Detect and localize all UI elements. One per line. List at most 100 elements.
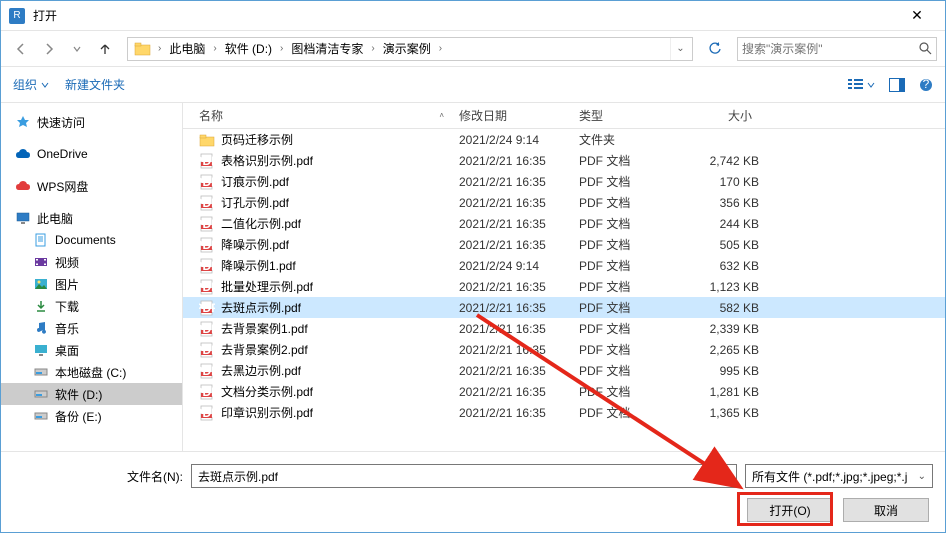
column-name[interactable]: 名称 ˄ xyxy=(193,103,453,128)
file-row[interactable]: PDF表格识别示例.pdf2021/2/21 16:35PDF 文档2,742 … xyxy=(183,150,945,171)
cloud-icon xyxy=(15,146,31,162)
folder-icon xyxy=(199,132,215,148)
file-type: PDF 文档 xyxy=(579,278,679,295)
star-icon xyxy=(15,114,31,130)
search-box[interactable] xyxy=(737,37,937,61)
svg-text:PDF: PDF xyxy=(199,301,215,315)
cancel-button[interactable]: 取消 xyxy=(843,498,929,522)
column-type[interactable]: 类型 xyxy=(573,103,673,128)
file-list[interactable]: 页码迁移示例2021/2/24 9:14文件夹PDF表格识别示例.pdf2021… xyxy=(183,129,945,451)
breadcrumb-dropdown[interactable]: ⌄ xyxy=(670,38,690,60)
column-date[interactable]: 修改日期 xyxy=(453,103,573,128)
svg-text:PDF: PDF xyxy=(199,196,215,210)
file-name: 文档分类示例.pdf xyxy=(221,383,313,400)
sidebar-onedrive[interactable]: OneDrive xyxy=(1,143,182,165)
file-date: 2021/2/21 16:35 xyxy=(459,322,579,336)
navbar: › 此电脑 › 软件 (D:) › 图档清洁专家 › 演示案例 › ⌄ xyxy=(1,31,945,67)
help-button[interactable]: ? xyxy=(919,78,933,92)
file-row[interactable]: PDF降噪示例.pdf2021/2/21 16:35PDF 文档505 KB xyxy=(183,234,945,255)
pdf-icon: PDF xyxy=(199,153,215,169)
sidebar-wps[interactable]: WPS网盘 xyxy=(1,175,182,197)
recent-dropdown[interactable] xyxy=(65,37,89,61)
cloud-icon xyxy=(15,178,31,194)
file-row[interactable]: PDF去斑点示例.pdf2021/2/21 16:35PDF 文档582 KB xyxy=(183,297,945,318)
file-type: PDF 文档 xyxy=(579,341,679,358)
drive-icon xyxy=(33,408,49,424)
organize-menu[interactable]: 组织 xyxy=(13,76,49,93)
column-size[interactable]: 大小 xyxy=(673,103,763,128)
file-date: 2021/2/21 16:35 xyxy=(459,154,579,168)
forward-button[interactable] xyxy=(37,37,61,61)
file-size: 632 KB xyxy=(679,259,769,273)
file-row[interactable]: PDF去黑边示例.pdf2021/2/21 16:35PDF 文档995 KB xyxy=(183,360,945,381)
column-headers: 名称 ˄ 修改日期 类型 大小 xyxy=(183,103,945,129)
breadcrumb[interactable]: › 此电脑 › 软件 (D:) › 图档清洁专家 › 演示案例 › ⌄ xyxy=(127,37,693,61)
breadcrumb-part[interactable]: 图档清洁专家 xyxy=(285,38,369,59)
file-name: 去黑边示例.pdf xyxy=(221,362,301,379)
sidebar-video[interactable]: 视频 xyxy=(1,251,182,273)
file-size: 170 KB xyxy=(679,175,769,189)
file-row[interactable]: PDF去背景案例2.pdf2021/2/21 16:35PDF 文档2,265 … xyxy=(183,339,945,360)
file-size: 995 KB xyxy=(679,364,769,378)
file-row[interactable]: 页码迁移示例2021/2/24 9:14文件夹 xyxy=(183,129,945,150)
file-type: PDF 文档 xyxy=(579,152,679,169)
chevron-down-icon[interactable]: ⌄ xyxy=(918,471,926,482)
file-type: PDF 文档 xyxy=(579,320,679,337)
search-icon xyxy=(919,42,932,55)
svg-text:PDF: PDF xyxy=(199,175,215,189)
sidebar-downloads[interactable]: 下载 xyxy=(1,295,182,317)
file-type: PDF 文档 xyxy=(579,299,679,316)
file-name: 去斑点示例.pdf xyxy=(221,299,301,316)
close-button[interactable]: ✕ xyxy=(897,2,937,30)
file-row[interactable]: PDF订痕示例.pdf2021/2/21 16:35PDF 文档170 KB xyxy=(183,171,945,192)
documents-icon xyxy=(33,232,49,248)
sidebar-documents[interactable]: Documents xyxy=(1,229,182,251)
preview-pane-button[interactable] xyxy=(889,78,905,92)
pdf-icon: PDF xyxy=(199,216,215,232)
sidebar-this-pc[interactable]: 此电脑 xyxy=(1,207,182,229)
new-folder-button[interactable]: 新建文件夹 xyxy=(65,76,125,93)
sidebar-desktop[interactable]: 桌面 xyxy=(1,339,182,361)
sidebar-pictures[interactable]: 图片 xyxy=(1,273,182,295)
file-size: 2,265 KB xyxy=(679,343,769,357)
breadcrumb-part[interactable]: 软件 (D:) xyxy=(219,38,278,59)
file-list-area: 名称 ˄ 修改日期 类型 大小 页码迁移示例2021/2/24 9:14文件夹 P… xyxy=(183,103,945,451)
svg-text:PDF: PDF xyxy=(199,238,215,252)
open-button[interactable]: 打开(O) xyxy=(747,498,833,522)
refresh-button[interactable] xyxy=(703,37,727,61)
file-size: 244 KB xyxy=(679,217,769,231)
pdf-icon: PDF xyxy=(199,237,215,253)
file-row[interactable]: PDF二值化示例.pdf2021/2/21 16:35PDF 文档244 KB xyxy=(183,213,945,234)
breadcrumb-part[interactable]: 演示案例 xyxy=(377,38,437,59)
sidebar-music[interactable]: 音乐 xyxy=(1,317,182,339)
desktop-icon xyxy=(33,342,49,358)
sidebar-disk-e[interactable]: 备份 (E:) xyxy=(1,405,182,427)
file-row[interactable]: PDF去背景案例1.pdf2021/2/21 16:35PDF 文档2,339 … xyxy=(183,318,945,339)
file-row[interactable]: PDF批量处理示例.pdf2021/2/21 16:35PDF 文档1,123 … xyxy=(183,276,945,297)
file-type-filter[interactable]: 所有文件 (*.pdf;*.jpg;*.jpeg;*.j ⌄ xyxy=(745,464,933,488)
search-input[interactable] xyxy=(742,42,919,56)
file-row[interactable]: PDF订孔示例.pdf2021/2/21 16:35PDF 文档356 KB xyxy=(183,192,945,213)
pdf-icon: PDF xyxy=(199,258,215,274)
svg-text:?: ? xyxy=(923,78,930,91)
sidebar-quick-access[interactable]: 快速访问 xyxy=(1,111,182,133)
sidebar-disk-d[interactable]: 软件 (D:) xyxy=(1,383,182,405)
breadcrumb-part[interactable]: 此电脑 xyxy=(163,38,211,59)
file-row[interactable]: PDF文档分类示例.pdf2021/2/21 16:35PDF 文档1,281 … xyxy=(183,381,945,402)
file-size: 2,339 KB xyxy=(679,322,769,336)
chevron-down-icon[interactable]: ⌄ xyxy=(722,471,730,482)
up-button[interactable] xyxy=(93,37,117,61)
folder-icon xyxy=(134,41,152,57)
file-open-dialog: R 打开 ✕ › 此电脑 › 软件 (D:) › 图档清洁专家 › 演示案例 xyxy=(0,0,946,533)
file-row[interactable]: PDF印章识别示例.pdf2021/2/21 16:35PDF 文档1,365 … xyxy=(183,402,945,423)
svg-text:PDF: PDF xyxy=(199,322,215,336)
back-button[interactable] xyxy=(9,37,33,61)
view-menu[interactable] xyxy=(847,78,875,92)
sidebar-disk-c[interactable]: 本地磁盘 (C:) xyxy=(1,361,182,383)
file-row[interactable]: PDF降噪示例1.pdf2021/2/24 9:14PDF 文档632 KB xyxy=(183,255,945,276)
filename-input[interactable]: 去斑点示例.pdf ⌄ xyxy=(191,464,737,488)
app-icon: R xyxy=(9,8,25,24)
file-size: 1,365 KB xyxy=(679,406,769,420)
pdf-icon: PDF xyxy=(199,405,215,421)
file-date: 2021/2/24 9:14 xyxy=(459,133,579,147)
